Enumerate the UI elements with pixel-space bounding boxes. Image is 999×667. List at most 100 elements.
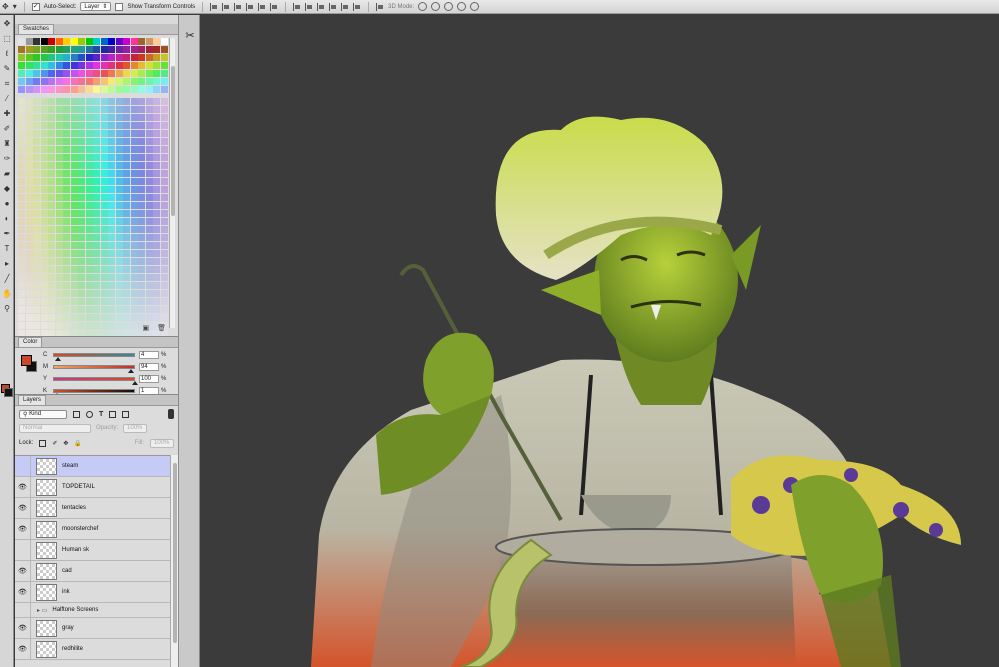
color-swatch[interactable] xyxy=(55,78,63,85)
color-swatch[interactable] xyxy=(33,78,40,85)
color-swatch[interactable] xyxy=(115,170,123,177)
color-swatch[interactable] xyxy=(70,138,78,145)
color-swatch[interactable] xyxy=(18,122,25,129)
color-swatch[interactable] xyxy=(160,298,168,305)
visibility-eye-icon[interactable] xyxy=(15,602,31,618)
color-swatch[interactable] xyxy=(63,234,70,241)
color-swatch[interactable] xyxy=(138,194,145,201)
color-swatch[interactable] xyxy=(63,298,70,305)
color-swatch[interactable] xyxy=(160,38,168,45)
color-swatch[interactable] xyxy=(18,218,25,225)
color-swatch[interactable] xyxy=(40,226,48,233)
color-swatch[interactable] xyxy=(153,162,160,169)
color-swatch[interactable] xyxy=(115,274,123,281)
color-swatch[interactable] xyxy=(138,202,145,209)
color-swatch[interactable] xyxy=(25,98,33,105)
color-swatch[interactable] xyxy=(115,290,123,297)
color-swatch[interactable] xyxy=(153,234,160,241)
color-swatch[interactable] xyxy=(160,78,168,85)
color-swatch[interactable] xyxy=(138,234,145,241)
opacity-field[interactable]: 100% xyxy=(123,423,148,433)
color-swatch[interactable] xyxy=(40,186,48,193)
color-swatch[interactable] xyxy=(115,146,123,153)
color-swatch[interactable] xyxy=(70,274,78,281)
yellow-slider-knob[interactable] xyxy=(132,380,138,385)
swatch-grid[interactable] xyxy=(18,38,168,337)
distribute-bottom-icon[interactable] xyxy=(317,2,325,11)
color-swatch[interactable] xyxy=(40,290,48,297)
color-swatch[interactable] xyxy=(25,242,33,249)
color-swatch[interactable] xyxy=(48,54,55,61)
color-swatch[interactable] xyxy=(93,78,100,85)
color-swatch[interactable] xyxy=(138,138,145,145)
color-swatch[interactable] xyxy=(18,154,25,161)
color-swatch[interactable] xyxy=(78,258,85,265)
color-swatch[interactable] xyxy=(85,54,93,61)
color-swatch[interactable] xyxy=(138,46,145,53)
color-swatch[interactable] xyxy=(100,138,108,145)
color-swatch[interactable] xyxy=(93,226,100,233)
color-swatch[interactable] xyxy=(108,282,115,289)
color-swatch[interactable] xyxy=(25,186,33,193)
color-swatch[interactable] xyxy=(40,162,48,169)
color-swatch[interactable] xyxy=(18,138,25,145)
color-swatch[interactable] xyxy=(93,242,100,249)
color-swatch[interactable] xyxy=(85,138,93,145)
color-swatch[interactable] xyxy=(33,226,40,233)
color-swatch[interactable] xyxy=(130,282,138,289)
color-swatch[interactable] xyxy=(33,98,40,105)
color-swatch[interactable] xyxy=(33,210,40,217)
color-swatch[interactable] xyxy=(78,98,85,105)
color-swatch[interactable] xyxy=(33,178,40,185)
color-swatch[interactable] xyxy=(130,266,138,273)
color-swatch[interactable] xyxy=(55,138,63,145)
color-swatch[interactable] xyxy=(138,210,145,217)
color-swatch[interactable] xyxy=(55,170,63,177)
color-swatch[interactable] xyxy=(25,106,33,113)
color-swatch[interactable] xyxy=(115,210,123,217)
color-swatch[interactable] xyxy=(153,46,160,53)
color-swatch[interactable] xyxy=(63,54,70,61)
color-swatch[interactable] xyxy=(138,290,145,297)
color-swatch[interactable] xyxy=(93,194,100,201)
color-swatch[interactable] xyxy=(115,154,123,161)
color-swatch[interactable] xyxy=(130,306,138,313)
color-swatch[interactable] xyxy=(48,38,55,45)
color-swatch[interactable] xyxy=(40,202,48,209)
color-swatch[interactable] xyxy=(93,54,100,61)
color-swatch[interactable] xyxy=(48,306,55,313)
color-swatch[interactable] xyxy=(145,138,153,145)
color-swatch[interactable] xyxy=(48,258,55,265)
color-swatch[interactable] xyxy=(115,138,123,145)
color-swatch[interactable] xyxy=(93,98,100,105)
color-swatch[interactable] xyxy=(138,298,145,305)
color-swatch[interactable] xyxy=(55,154,63,161)
color-swatch[interactable] xyxy=(130,242,138,249)
3d-drag-icon[interactable] xyxy=(444,2,454,11)
color-swatch[interactable] xyxy=(55,130,63,137)
color-swatch[interactable] xyxy=(153,122,160,129)
color-swatch[interactable] xyxy=(70,86,78,93)
align-bottom-icon[interactable] xyxy=(234,2,242,11)
color-swatch[interactable] xyxy=(85,250,93,257)
color-swatch[interactable] xyxy=(40,154,48,161)
visibility-eye-icon[interactable]: 👁 xyxy=(15,497,31,519)
color-swatch[interactable] xyxy=(160,290,168,297)
color-swatch[interactable] xyxy=(55,62,63,69)
color-swatch[interactable] xyxy=(123,122,130,129)
color-swatch[interactable] xyxy=(93,202,100,209)
color-swatch[interactable] xyxy=(48,98,55,105)
color-swatch[interactable] xyxy=(145,306,153,313)
type-icon[interactable]: T xyxy=(1,243,13,255)
color-swatch[interactable] xyxy=(108,122,115,129)
color-swatch[interactable] xyxy=(93,178,100,185)
color-swatch[interactable] xyxy=(160,306,168,313)
color-swatch[interactable] xyxy=(93,122,100,129)
color-swatch[interactable] xyxy=(115,266,123,273)
color-swatch[interactable] xyxy=(78,170,85,177)
color-swatch[interactable] xyxy=(48,210,55,217)
color-swatch[interactable] xyxy=(18,234,25,241)
color-swatch[interactable] xyxy=(18,38,25,45)
color-swatch[interactable] xyxy=(63,210,70,217)
color-swatch[interactable] xyxy=(55,282,63,289)
